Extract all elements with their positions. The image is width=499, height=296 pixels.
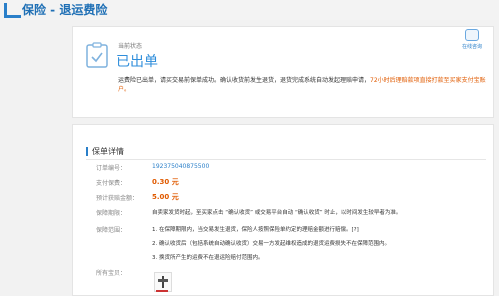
- chat-icon: [465, 29, 479, 41]
- product-thumbnail[interactable]: [154, 272, 172, 292]
- premium-value: 0.30 元: [152, 178, 179, 186]
- shield-check-icon: [86, 42, 108, 68]
- order-number-link[interactable]: 192375040875500: [152, 163, 209, 170]
- section-marker: [86, 147, 88, 156]
- page-title: 保险 - 退运费险: [22, 3, 108, 17]
- online-consult-label: 在线咨询: [461, 44, 482, 50]
- coverage-scope-item: 1. 在保障期限内，当交易发生退货，保险人按照保险单约定的理赔金额进行赔偿。[?…: [152, 227, 359, 233]
- status-desc-text: 运费险已出单，请买交易前保单成功。确认收货前发生退货，退货完成系统自动发起理赔申…: [118, 77, 371, 84]
- status-caption: 当前状态: [118, 43, 143, 50]
- claim-amount-label: 预计获赔金额：: [96, 195, 139, 202]
- coverage-scope-item: 2. 确认收货后（包括系统自动确认收货）交易一方发起维权造成的退货运费损失不在保…: [152, 241, 390, 247]
- products-label: 所有宝贝：: [96, 270, 127, 277]
- section-title: 保单详情: [92, 147, 124, 156]
- online-consult-button[interactable]: 在线咨询: [452, 26, 492, 54]
- status-value: 已出单: [116, 54, 158, 70]
- page-header: 保险 - 退运费险: [0, 0, 499, 20]
- divider: [86, 159, 486, 160]
- status-description: 运费险已出单，请买交易前保单成功。确认收货前发生退货，退货完成系统自动发起理赔申…: [118, 76, 488, 94]
- coverage-scope-label: 保障范围：: [96, 227, 127, 234]
- coverage-period-value: 自卖家发货时起，至买家点击 “确认收货” 或交易平台自动 “确认收货” 时止，以…: [152, 210, 402, 216]
- product-thumbnail-accent: [156, 290, 168, 292]
- brand-mark-icon: [4, 3, 21, 18]
- premium-label: 支付保费：: [96, 180, 127, 187]
- status-card: [72, 26, 494, 118]
- coverage-period-label: 保障期限：: [96, 210, 127, 217]
- claim-amount-value: 5.00 元: [152, 193, 179, 201]
- order-number-label: 订单编号：: [96, 165, 127, 172]
- coverage-scope-item: 3. 换货所产生的运费不在退运险赔付范围内。: [152, 255, 264, 261]
